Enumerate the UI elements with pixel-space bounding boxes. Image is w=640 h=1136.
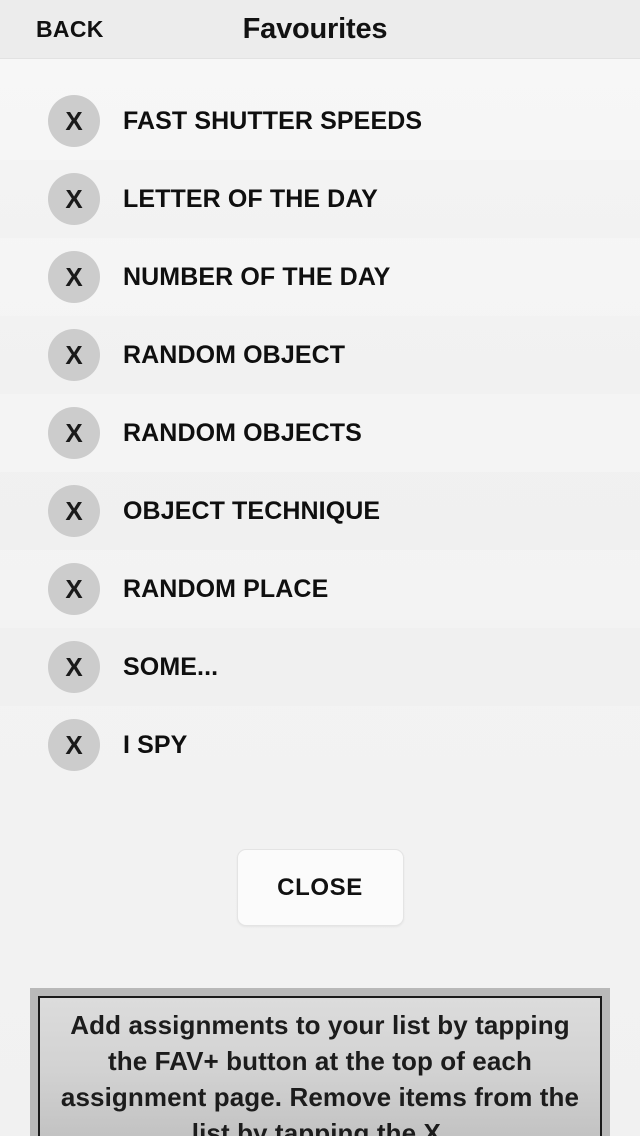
list-item-label: I SPY bbox=[123, 730, 188, 759]
close-button[interactable]: CLOSE bbox=[236, 849, 404, 926]
list-item[interactable]: X LETTER OF THE DAY bbox=[0, 160, 640, 238]
instructions-panel: Add assignments to your list by tapping … bbox=[30, 988, 610, 1136]
page-title: Favourites bbox=[242, 13, 388, 45]
list-item-label: RANDOM PLACE bbox=[123, 574, 329, 603]
instructions-panel-inner: Add assignments to your list by tapping … bbox=[38, 996, 602, 1136]
remove-x-icon[interactable]: X bbox=[48, 563, 100, 615]
remove-x-icon[interactable]: X bbox=[48, 719, 100, 771]
instructions-text: Add assignments to your list by tapping … bbox=[60, 1010, 580, 1136]
remove-x-icon[interactable]: X bbox=[48, 329, 100, 381]
list-item-label: LETTER OF THE DAY bbox=[123, 184, 378, 213]
remove-x-icon[interactable]: X bbox=[48, 251, 100, 303]
list-item[interactable]: X RANDOM OBJECT bbox=[0, 316, 640, 394]
close-button-row: CLOSE bbox=[0, 849, 640, 926]
favourites-screen: BACK Favourites X FAST SHUTTER SPEEDS X LET… bbox=[0, 0, 640, 1136]
list-item-label: FAST SHUTTER SPEEDS bbox=[123, 106, 423, 135]
list-item-label: OBJECT TECHNIQUE bbox=[123, 496, 381, 525]
list-item[interactable]: X I SPY bbox=[0, 706, 640, 784]
list-item[interactable]: X FAST SHUTTER SPEEDS bbox=[0, 82, 640, 160]
list-item[interactable]: X NUMBER OF THE DAY bbox=[0, 238, 640, 316]
list-item[interactable]: X RANDOM PLACE bbox=[0, 550, 640, 628]
remove-x-icon[interactable]: X bbox=[48, 173, 100, 225]
remove-x-icon[interactable]: X bbox=[48, 641, 100, 693]
favourites-list-area: X FAST SHUTTER SPEEDS X LETTER OF THE DAY X N… bbox=[0, 59, 640, 1136]
list-item[interactable]: X SOME... bbox=[0, 628, 640, 706]
list-item-label: SOME... bbox=[123, 652, 219, 681]
app-header: BACK Favourites bbox=[0, 0, 640, 59]
list-item[interactable]: X OBJECT TECHNIQUE bbox=[0, 472, 640, 550]
favourites-list: X FAST SHUTTER SPEEDS X LETTER OF THE DAY X N… bbox=[0, 82, 640, 784]
remove-x-icon[interactable]: X bbox=[48, 485, 100, 537]
list-item[interactable]: X RANDOM OBJECTS bbox=[0, 394, 640, 472]
list-item-label: RANDOM OBJECT bbox=[123, 340, 346, 369]
list-item-label: RANDOM OBJECTS bbox=[123, 418, 362, 447]
remove-x-icon[interactable]: X bbox=[48, 407, 100, 459]
remove-x-icon[interactable]: X bbox=[48, 95, 100, 147]
list-item-label: NUMBER OF THE DAY bbox=[123, 262, 391, 291]
